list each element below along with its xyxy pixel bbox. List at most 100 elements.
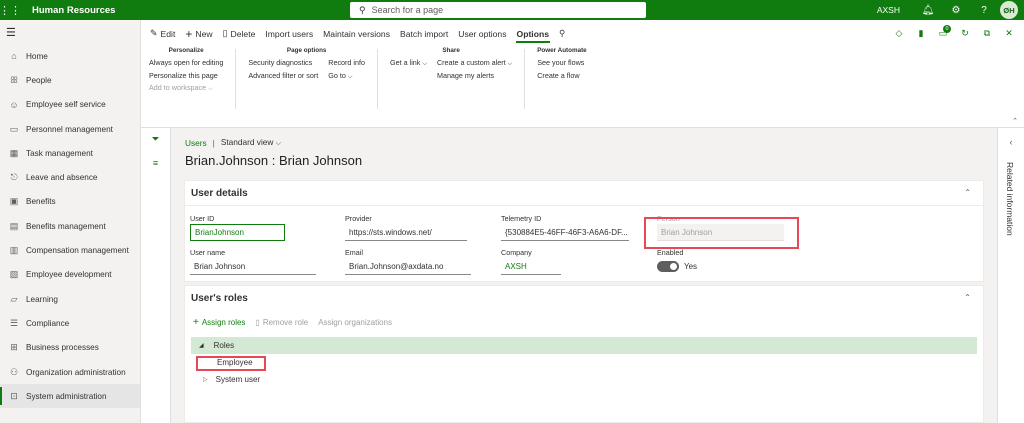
expanded-triangle-icon[interactable]: ◢ [199, 342, 204, 349]
enabled-toggle[interactable]: Yes [657, 261, 737, 272]
new-button[interactable]: + New [180, 20, 217, 47]
assign-roles-button[interactable]: + Assign roles [193, 317, 245, 328]
security-diagnostics[interactable]: Security diagnostics [248, 58, 318, 71]
maintain-versions-button[interactable]: Maintain versions [318, 20, 395, 47]
chevron-up-icon[interactable]: ⌃ [964, 293, 971, 302]
sidebar-item-label: Task management [26, 148, 93, 158]
bell-icon[interactable]: 🔔︎ [914, 5, 942, 16]
breadcrumb-separator: | [212, 137, 215, 148]
hamburger-icon[interactable]: ☰ [0, 20, 140, 44]
advanced-filter-or-sort[interactable]: Advanced filter or sort [248, 71, 318, 84]
sidebar-item-task-management[interactable]: ▦ Task management [0, 141, 140, 165]
plus-icon: + [185, 26, 193, 41]
edit-button[interactable]: ✎ Edit [145, 20, 180, 47]
sidebar-item-business-processes[interactable]: ⊞ Business processes [0, 336, 140, 360]
create-a-flow[interactable]: Create a flow [537, 71, 586, 84]
sidebar-item-personnel-management[interactable]: ▭ Personnel management [0, 117, 140, 141]
related-information-title[interactable]: Related information [1005, 162, 1015, 236]
personalize-this-page[interactable]: Personalize this page [149, 71, 223, 84]
pencil-icon: ✎ [150, 28, 158, 38]
sidebar-item-system-administration[interactable]: ⊡ System administration [0, 384, 140, 409]
related-information-pane: ‹ Related information [997, 128, 1024, 423]
telemetry-id-input[interactable]: {530884E5-46FF-46F3-A6A6-DF... [501, 224, 629, 241]
batch-import-button[interactable]: Batch import [395, 20, 453, 47]
collapse-action-pane-icon[interactable]: ⌃ [1012, 117, 1018, 125]
sidebar-item-employee-development[interactable]: ▧ Employee development [0, 263, 140, 287]
roles-tree-root[interactable]: ◢ Roles [191, 337, 977, 354]
page-options-title: Page options [286, 47, 327, 54]
delete-button[interactable]: ▯ Delete [218, 20, 261, 47]
user-details-header[interactable]: User details ⌃ [185, 181, 983, 206]
record-info[interactable]: Record info [328, 58, 365, 71]
user-id-input[interactable]: BrianJohnson [190, 224, 285, 241]
get-a-link[interactable]: Get a link ⌵ [390, 58, 427, 71]
sidebar-item-compliance[interactable]: ☰ Compliance [0, 311, 140, 335]
collapsed-triangle-icon[interactable]: ▷ [203, 376, 208, 383]
tree-item-employee[interactable]: Employee [185, 354, 983, 371]
system-user-role-label: System user [215, 375, 261, 384]
go-to[interactable]: Go to ⌵ [328, 71, 365, 84]
nav-icon: ☺ [9, 99, 19, 110]
user-roles-header[interactable]: User's roles ⌃ [185, 286, 983, 311]
assign-organizations-button[interactable]: Assign organizations [318, 318, 392, 327]
avatar[interactable]: ØH [1000, 1, 1018, 19]
list-icon[interactable]: ≡ [141, 158, 170, 176]
gear-icon[interactable]: ⚙ [942, 5, 970, 16]
import-users-button[interactable]: Import users [260, 20, 318, 47]
sidebar-item-label: Benefits [26, 197, 56, 207]
page-title: Brian.Johnson : Brian Johnson [185, 153, 363, 168]
view-selector[interactable]: Standard view ⌵ [221, 137, 281, 148]
sidebar-item-benefits[interactable]: ▣ Benefits [0, 190, 140, 214]
sidebar-item-home[interactable]: ⌂ Home [0, 44, 140, 68]
company-input[interactable]: AXSH [501, 258, 561, 275]
diamond-icon[interactable]: ◇ [888, 28, 910, 39]
sidebar-item-compensation-management[interactable]: ▥ Compensation management [0, 238, 140, 262]
sidebar-item-organization-administration[interactable]: ⚇ Organization administration [0, 360, 140, 384]
enabled-field: Enabled Yes [657, 248, 737, 272]
always-open-for-editing[interactable]: Always open for editing [149, 58, 223, 71]
breadcrumb-users-link[interactable]: Users [185, 138, 207, 148]
toggle-switch[interactable] [657, 261, 679, 272]
roles-toolbar: + Assign roles ▯ Remove role Assign organi… [185, 311, 983, 333]
sidebar-item-benefits-management[interactable]: ▤ Benefits management [0, 214, 140, 238]
share-title: Share [442, 47, 460, 54]
sidebar-item-label: System administration [26, 391, 107, 401]
chevron-up-icon[interactable]: ⌃ [964, 188, 971, 197]
filter-icon[interactable]: ⏷ [141, 134, 170, 152]
sidebar-item-leave-and-absence[interactable]: ⎋ Leave and absence [0, 165, 140, 189]
email-input[interactable]: Brian.Johnson@axdata.no [345, 258, 471, 275]
provider-input[interactable]: https://sts.windows.net/ [345, 224, 467, 241]
open-new-window-icon[interactable]: ⧉ [976, 28, 998, 39]
tree-item-system-user[interactable]: ▷ System user [185, 371, 983, 388]
refresh-icon[interactable]: ↻ [954, 28, 976, 39]
remove-role-button[interactable]: ▯ Remove role [255, 318, 308, 327]
app-title[interactable]: Human Resources [32, 5, 115, 16]
sidebar-item-people[interactable]: ꕥ People [0, 68, 140, 92]
help-icon[interactable]: ? [970, 5, 998, 16]
options-tab[interactable]: Options [512, 20, 554, 47]
sidebar-item-employee-self-service[interactable]: ☺ Employee self service [0, 93, 140, 117]
options-groups: Personalize Always open for editing Pers… [141, 47, 1024, 109]
notification-badge: 0 [943, 25, 951, 33]
view-selector-label: Standard view [220, 137, 274, 147]
action-search-icon[interactable]: ⚲ [554, 20, 570, 47]
chevron-left-icon[interactable]: ‹ [998, 137, 1024, 147]
roles-root-label: Roles [213, 341, 235, 350]
sidebar-item-learning[interactable]: ▱ Learning [0, 287, 140, 311]
office-icon[interactable]: ▮ [910, 28, 932, 39]
manage-my-alerts[interactable]: Manage my alerts [437, 71, 512, 84]
search-box[interactable]: ⚲ Search for a page [350, 2, 646, 18]
telemetry-id-label: Telemetry ID [501, 214, 542, 223]
action-pane: ✎ Edit + New ▯ Delete Import users Maintain… [141, 20, 1024, 128]
chevron-down-icon: ⌵ [422, 61, 427, 67]
create-custom-alert[interactable]: Create a custom alert ⌵ [437, 58, 512, 71]
user-options-tab[interactable]: User options [453, 20, 511, 47]
see-your-flows[interactable]: See your flows [537, 58, 586, 71]
get-a-link-label: Get a link [390, 58, 421, 67]
notification-icon[interactable]: ▭ 0 [932, 25, 954, 39]
user-name-input[interactable]: Brian Johnson [190, 258, 316, 275]
app-launcher-icon[interactable]: ⋮⋮ [0, 0, 21, 20]
personalize-group: Personalize Always open for editing Pers… [149, 47, 235, 109]
company-picker[interactable]: AXSH [877, 5, 900, 15]
close-icon[interactable]: ✕ [998, 28, 1020, 39]
